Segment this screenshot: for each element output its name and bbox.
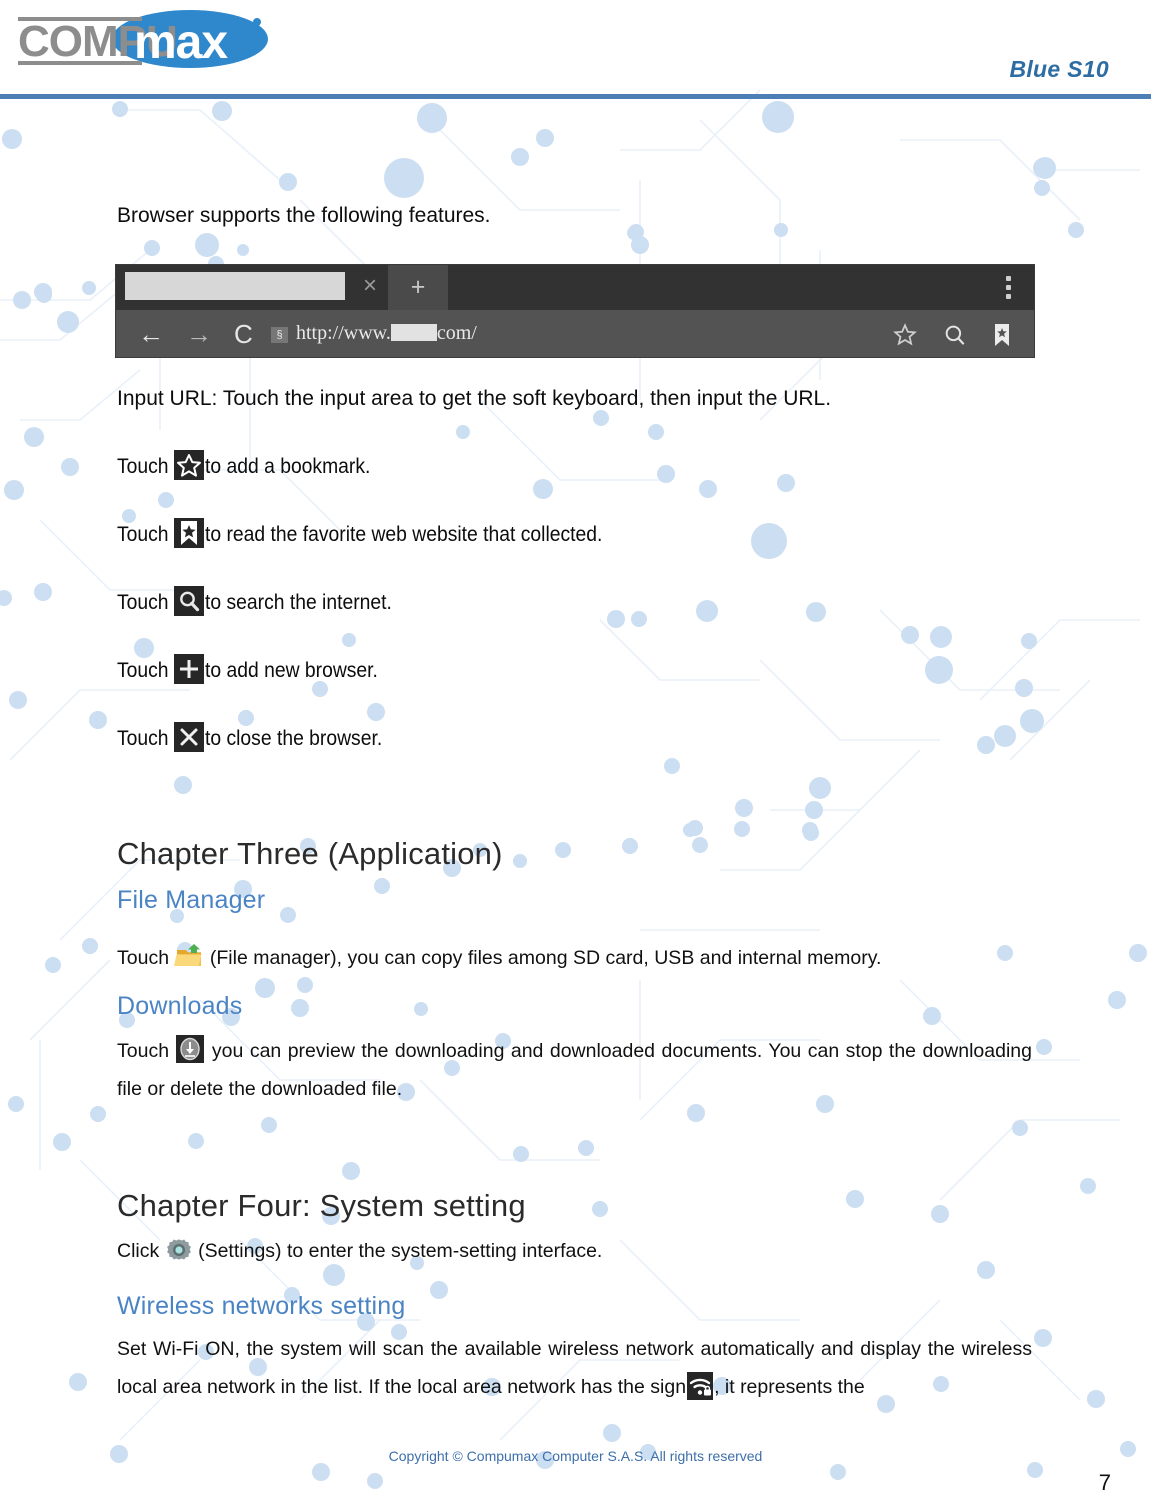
touch-new-browser-line: Touch to add new browser.: [117, 654, 393, 684]
svg-text:max: max: [134, 16, 228, 69]
downloads-suffix: you can preview the downloading and down…: [117, 1040, 1032, 1101]
browser-tab[interactable]: [125, 272, 345, 300]
wifi-lock-icon: [687, 1372, 714, 1401]
settings-suffix: (Settings) to enter the system-setting i…: [192, 1240, 603, 1262]
settings-paragraph: Click (Settings) to enter the system-set…: [117, 1236, 602, 1269]
url-text-after: com/: [436, 322, 477, 344]
touch-prefix: Touch: [117, 455, 169, 478]
touch-close-browser-line: Touch to close the browser.: [117, 722, 398, 752]
page-footer: Copyright © Compumax Computer S.A.S. All…: [0, 1440, 1151, 1498]
touch-suffix: to add new browser.: [205, 659, 378, 682]
page-number: 7: [1098, 1470, 1111, 1495]
back-icon[interactable]: ←: [138, 318, 164, 350]
touch-favorites-line: Touch to read the favorite web website t…: [117, 518, 637, 548]
downloads-prefix: Touch: [117, 1040, 176, 1062]
input-url-paragraph: Input URL: Touch the input area to get t…: [117, 387, 831, 411]
url-text-before: http://www.: [296, 322, 391, 344]
file-manager-prefix: Touch: [117, 947, 175, 969]
page-content: Browser supports the following features.…: [0, 0, 1151, 1498]
bookmark-star-icon: [174, 518, 205, 548]
reload-icon[interactable]: C: [234, 318, 253, 350]
close-icon: [174, 722, 205, 752]
search-icon: [174, 586, 205, 616]
settings-prefix: Click: [117, 1240, 165, 1262]
page-info-icon[interactable]: §: [271, 327, 288, 343]
search-icon[interactable]: [942, 322, 968, 353]
url-bar[interactable]: http://www. com/: [296, 322, 477, 345]
forward-icon[interactable]: →: [186, 318, 212, 350]
touch-suffix: to close the browser.: [205, 727, 383, 750]
url-redacted-block: [390, 324, 437, 341]
browser-screenshot-figure: × + ← → C § http://www. com/: [116, 265, 1034, 357]
compumax-logo: COMPU max: [10, 6, 280, 78]
model-name: Blue S10: [1009, 56, 1109, 82]
settings-gear-icon: [165, 1236, 193, 1269]
chapter-three-title: Chapter Three (Application): [117, 836, 503, 871]
downloads-paragraph: Touch you can preview the downloading an…: [117, 1032, 1032, 1108]
overflow-menu-icon[interactable]: [1006, 276, 1012, 300]
wireless-heading: Wireless networks setting: [117, 1292, 406, 1320]
touch-suffix: to read the favorite web website that co…: [205, 523, 603, 546]
touch-prefix: Touch: [117, 659, 169, 682]
wireless-text-part2: , it represents the: [714, 1376, 865, 1399]
bookmarks-list-icon[interactable]: [990, 322, 1014, 353]
touch-prefix: Touch: [117, 727, 169, 750]
plus-icon: [174, 654, 205, 684]
page-header: COMPU max Blue S10: [0, 0, 1151, 100]
file-manager-folder-icon: [174, 941, 204, 976]
touch-bookmark-line: Touch to add a bookmark.: [117, 450, 385, 480]
bookmark-star-icon[interactable]: [892, 322, 918, 353]
header-divider: [0, 94, 1151, 99]
input-url-text: Input URL: Touch the input area to get t…: [117, 387, 832, 410]
wireless-text-part1: Set Wi-Fi ON, the system will scan the a…: [117, 1338, 1032, 1399]
file-manager-heading: File Manager: [117, 886, 266, 914]
touch-prefix: Touch: [117, 523, 169, 546]
chapter-four-title: Chapter Four: System setting: [117, 1188, 526, 1223]
wireless-paragraph: Set Wi-Fi ON, the system will scan the a…: [117, 1330, 1032, 1406]
touch-prefix: Touch: [117, 591, 169, 614]
tab-close-icon[interactable]: ×: [357, 271, 383, 301]
browser-tab-bar: × +: [116, 265, 1034, 310]
touch-suffix: to search the internet.: [205, 591, 392, 614]
download-icon: [176, 1035, 205, 1063]
touch-suffix: to add a bookmark.: [205, 455, 371, 478]
downloads-heading: Downloads: [117, 992, 243, 1020]
intro-paragraph: Browser supports the following features.: [117, 204, 491, 228]
file-manager-suffix: (File manager), you can copy files among…: [204, 947, 882, 969]
new-tab-icon[interactable]: +: [388, 265, 448, 310]
intro-text: Browser supports the following features.: [117, 204, 491, 227]
copyright-text: Copyright © Compumax Computer S.A.S. All…: [388, 1448, 763, 1464]
touch-search-line: Touch to search the internet.: [117, 586, 408, 616]
browser-toolbar: ← → C § http://www. com/: [116, 310, 1034, 357]
file-manager-paragraph: Touch (File manager), you can copy files…: [117, 941, 881, 976]
star-icon: [174, 450, 205, 480]
